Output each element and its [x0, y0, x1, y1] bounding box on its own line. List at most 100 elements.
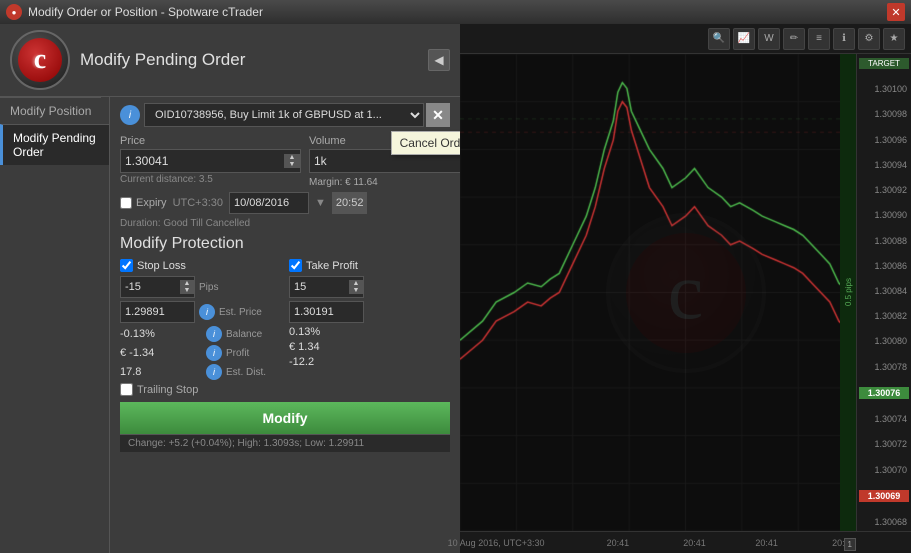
price-group: Price ▲ ▼ Current distance: 3.5: [120, 135, 301, 188]
sl-balance-info-icon: i: [206, 326, 222, 342]
time-label-1: 20:41: [607, 538, 630, 548]
chart-tool-gear[interactable]: ⚙: [858, 28, 880, 50]
sl-estprice-info-icon: i: [199, 304, 215, 320]
logo: c: [10, 30, 70, 90]
tp-estdist-row: -12.2: [289, 356, 450, 368]
window-title: Modify Order or Position - Spotware cTra…: [28, 5, 887, 19]
price-spin-btns: ▲ ▼: [284, 154, 300, 168]
chart-tool-info[interactable]: ℹ: [833, 28, 855, 50]
price-label-1: 1.30098: [859, 109, 909, 119]
price-label-green: 1.30076: [859, 387, 909, 399]
nav-sidebar: Modify Position Modify Pending Order: [0, 97, 110, 553]
sl-estprice-label: Est. Price: [219, 307, 274, 318]
chart-tool-star[interactable]: ★: [883, 28, 905, 50]
stop-loss-checkbox[interactable]: [120, 259, 133, 272]
stop-loss-check: Stop Loss: [120, 259, 281, 272]
chart-tool-list[interactable]: ≡: [808, 28, 830, 50]
form-section: i OID10738956, Buy Limit 1k of GBPUSD at…: [110, 97, 460, 553]
pips-text: 0.5 pips: [844, 278, 853, 306]
time-label-0: 10 Aug 2016, UTC+3:30: [448, 538, 545, 548]
trailing-stop-label: Trailing Stop: [137, 384, 198, 396]
close-button[interactable]: ✕: [887, 3, 905, 21]
price-label-red: 1.30069: [859, 490, 909, 502]
price-label-7: 1.30086: [859, 261, 909, 271]
sl-estdist-value: 17.8: [120, 366, 202, 378]
right-panel: 🔍 📈 W ✏ ≡ ℹ ⚙ ★ c: [460, 24, 911, 553]
price-label-14: 1.30070: [859, 465, 909, 475]
sl-pips-up[interactable]: ▲: [180, 280, 194, 287]
take-profit-checkbox[interactable]: [289, 259, 302, 272]
sl-estprice-wrap: [120, 301, 195, 323]
price-input[interactable]: [121, 154, 284, 168]
time-labels: 10 Aug 2016, UTC+3:30 20:41 20:41 20:41 …: [460, 531, 911, 553]
sl-estprice-row: i Est. Price: [120, 301, 281, 323]
expiry-date-input[interactable]: [229, 192, 309, 214]
chart-tool-w[interactable]: W: [758, 28, 780, 50]
price-label-3: 1.30094: [859, 160, 909, 170]
price-labels: TARGET 1.30100 1.30098 1.30096 1.30094 1…: [856, 54, 911, 531]
price-label: Price: [120, 135, 301, 147]
tp-pips-row: ▲ ▼: [289, 276, 450, 298]
chart-with-labels: c 0.5 pips TARGET 1.30100 1.30098 1.3009…: [460, 54, 911, 531]
tp-pips-down[interactable]: ▼: [349, 287, 363, 294]
sl-balance-row: -0.13% i Balance: [120, 326, 281, 342]
volume-input[interactable]: [310, 154, 460, 168]
candle-count: 1: [844, 538, 856, 551]
sl-estdist-info-icon: i: [206, 364, 222, 380]
nav-modify-pending-order[interactable]: Modify Pending Order: [0, 124, 109, 165]
order-dropdown[interactable]: OID10738956, Buy Limit 1k of GBPUSD at 1…: [144, 103, 424, 127]
tp-profit-value: € 1.34: [289, 341, 450, 353]
price-down-btn[interactable]: ▼: [284, 161, 300, 168]
logo-letter: c: [34, 44, 46, 76]
left-side-layout: Modify Position Modify Pending Order i O…: [0, 97, 460, 553]
sl-pips-row: ▲ ▼ Pips: [120, 276, 281, 298]
tp-pips-wrap: ▲ ▼: [289, 276, 364, 298]
chart-tool-pen[interactable]: ✏: [783, 28, 805, 50]
time-label-2: 20:41: [683, 538, 706, 548]
expiry-checkbox[interactable]: [120, 197, 132, 209]
expiry-timezone: UTC+3:30: [173, 197, 223, 209]
tp-estprice-row: [289, 301, 450, 323]
price-label-13: 1.30072: [859, 439, 909, 449]
sl-pips-input[interactable]: [121, 281, 180, 293]
trailing-stop-checkbox[interactable]: [120, 383, 133, 396]
stop-loss-label: Stop Loss: [137, 260, 186, 272]
cancel-order-button[interactable]: ✕: [426, 103, 450, 127]
modify-protection-heading: Modify Protection: [120, 235, 450, 253]
chart-tool-zoom[interactable]: 🔍: [708, 28, 730, 50]
price-up-btn[interactable]: ▲: [284, 154, 300, 161]
sl-pips-down[interactable]: ▼: [180, 287, 194, 294]
cancel-order-tooltip: Cancel Order: [391, 131, 460, 155]
tp-estprice-input[interactable]: [290, 306, 363, 318]
tp-estprice-wrap: [289, 301, 364, 323]
volume-margin: Margin: € 11.64: [309, 177, 460, 188]
chart-tool-chart[interactable]: 📈: [733, 28, 755, 50]
order-info-icon: i: [120, 105, 140, 125]
sl-balance-label: Balance: [226, 329, 281, 340]
price-label-5: 1.30090: [859, 210, 909, 220]
app-icon: ●: [6, 4, 22, 20]
price-label-6: 1.30088: [859, 236, 909, 246]
price-label-10: 1.30080: [859, 336, 909, 346]
sl-estprice-input[interactable]: [121, 306, 194, 318]
sl-profit-info-icon: i: [206, 345, 222, 361]
tp-balance-value: 0.13%: [289, 326, 450, 338]
sl-pips-spin: ▲ ▼: [180, 280, 194, 294]
tp-pips-spin: ▲ ▼: [349, 280, 363, 294]
nav-modify-position[interactable]: Modify Position: [0, 97, 101, 124]
sl-estdist-row: 17.8 i Est. Dist.: [120, 364, 281, 380]
price-label-2: 1.30096: [859, 135, 909, 145]
sl-balance-value: -0.13%: [120, 328, 202, 340]
stop-loss-col: Stop Loss ▲ ▼ Pips: [120, 259, 281, 396]
price-label-0: 1.30100: [859, 84, 909, 94]
modify-button[interactable]: Modify: [120, 402, 450, 434]
collapse-button[interactable]: ◀: [428, 49, 450, 71]
price-label-11: 1.30078: [859, 362, 909, 372]
panel-title: Modify Pending Order: [80, 50, 245, 70]
sl-estdist-label: Est. Dist.: [226, 367, 281, 378]
tp-pips-input[interactable]: [290, 281, 349, 293]
target-label: TARGET: [859, 58, 909, 69]
expiry-label: Expiry: [136, 197, 167, 209]
tp-balance-row: 0.13%: [289, 326, 450, 338]
tp-pips-up[interactable]: ▲: [349, 280, 363, 287]
